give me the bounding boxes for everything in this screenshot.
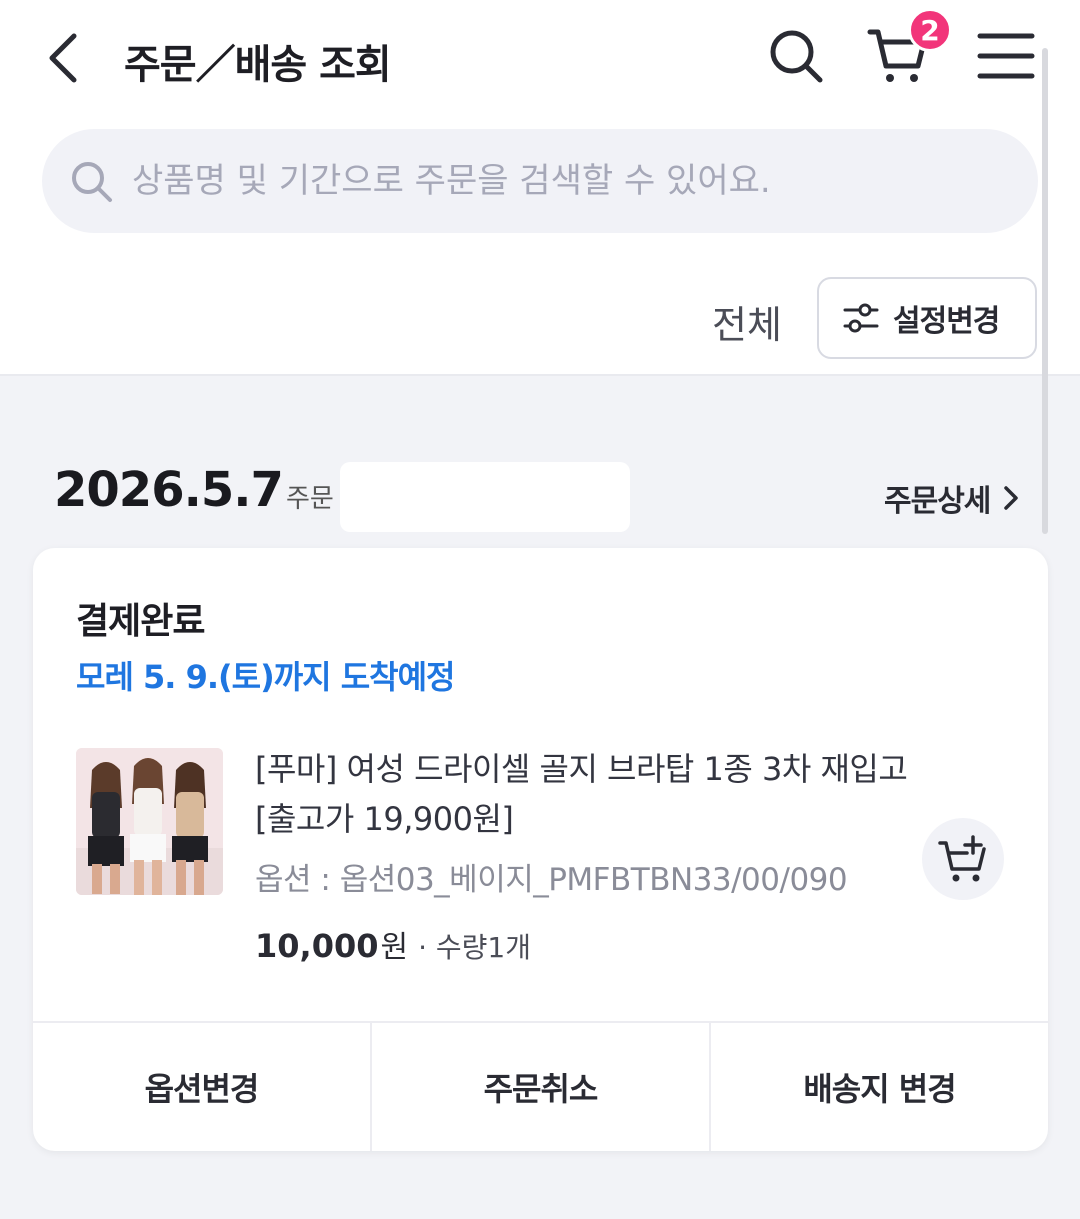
delivery-eta: 모레 5. 9.(토)까지 도착예정 — [76, 658, 455, 696]
order-status: 결제완료 — [76, 601, 205, 642]
page-title: 주문／배송 조회 — [124, 42, 392, 88]
product-price: 10,000 — [255, 927, 379, 965]
order-number-label: 주문 — [286, 484, 334, 514]
back-arrow-icon — [49, 33, 77, 83]
product-option: 옵션 : 옵션03_베이지_PMFBTBN33/00/090 — [255, 862, 848, 898]
price-row: 10,000 원 · 수량1개 — [255, 922, 531, 966]
period-filter[interactable]: 전체 — [712, 294, 782, 349]
order-detail-link[interactable]: 주문상세 — [884, 476, 1024, 520]
order-card: 결제완료 모레 5. 9.(토)까지 도착예정 [푸마] 여성 드라이셀 골지 … — [33, 548, 1048, 1151]
cart-count-badge: 2 — [908, 8, 952, 52]
change-address-button[interactable]: 배송지 변경 — [709, 1023, 1048, 1151]
search-icon — [770, 30, 823, 83]
product-thumbnail[interactable] — [76, 748, 223, 895]
product-quantity: · 수량1개 — [418, 931, 531, 964]
settings-change-button[interactable]: 설정변경 — [817, 277, 1037, 359]
settings-change-label: 설정변경 — [893, 304, 1000, 339]
price-unit: 원 — [380, 930, 409, 965]
menu-button[interactable] — [974, 24, 1038, 88]
order-date: 2026.5.7 — [54, 462, 284, 518]
order-actions: 옵션변경 주문취소 배송지 변경 — [33, 1021, 1048, 1151]
search-button[interactable] — [764, 24, 828, 88]
change-option-button[interactable]: 옵션변경 — [33, 1023, 370, 1151]
search-icon — [72, 162, 112, 202]
add-to-cart-button[interactable] — [922, 818, 1004, 900]
product-name[interactable]: [푸마] 여성 드라이셀 골지 브라탑 1종 3차 재입고[출고가 19,900… — [255, 744, 935, 844]
search-input[interactable] — [132, 149, 1012, 213]
chevron-right-icon — [1004, 486, 1019, 510]
settings-sliders-icon — [843, 303, 879, 333]
app-root: 주문／배송 조회 2 상품명 및 기간으로 주문을 검색할 수 있어요. 전체 … — [0, 0, 1080, 1219]
search-bar[interactable] — [42, 129, 1038, 233]
header-area: 주문／배송 조회 2 상품명 및 기간으로 주문을 검색할 수 있어요. 전체 … — [0, 0, 1080, 376]
product-image — [76, 748, 223, 895]
order-detail-label: 주문상세 — [884, 484, 991, 519]
order-number-redaction — [340, 462, 630, 532]
back-button[interactable] — [38, 28, 94, 88]
cancel-order-button[interactable]: 주문취소 — [370, 1023, 709, 1151]
add-to-cart-icon — [938, 835, 986, 882]
scrollbar[interactable] — [1042, 48, 1048, 534]
menu-icon — [977, 33, 1035, 79]
